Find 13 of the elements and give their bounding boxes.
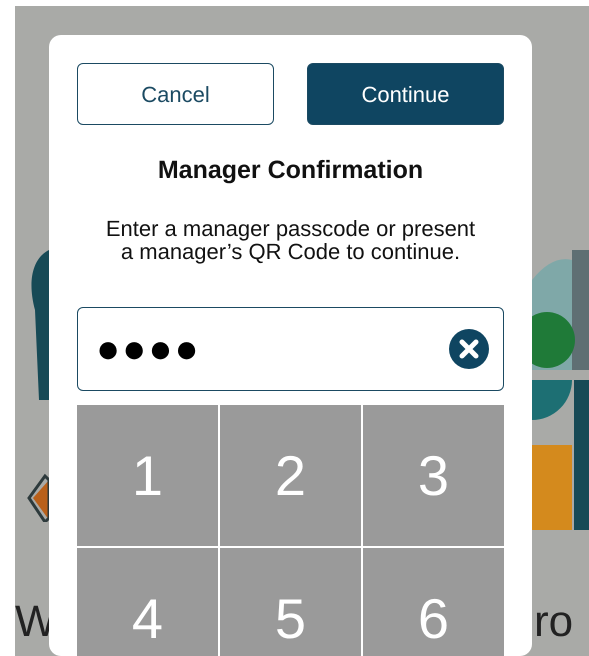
keypad-key[interactable]: 2 [220, 405, 361, 546]
dialog-message: Enter a manager passcode or present a manager’s QR Code to continue. [104, 217, 476, 264]
keypad-key[interactable]: 1 [77, 405, 218, 546]
clear-icon[interactable] [449, 329, 489, 370]
keypad-key[interactable]: 6 [363, 548, 504, 656]
dialog-title: Manager Confirmation [156, 155, 424, 185]
keypad-key[interactable]: 3 [363, 405, 504, 546]
passcode-field[interactable]: ●●●● [77, 307, 504, 392]
continue-button[interactable]: Continue [307, 63, 504, 125]
background-heading-text: ro [534, 600, 574, 644]
keypad-key[interactable]: 4 [77, 548, 218, 656]
cancel-button[interactable]: Cancel [77, 63, 274, 125]
keypad-key[interactable]: 5 [220, 548, 361, 656]
